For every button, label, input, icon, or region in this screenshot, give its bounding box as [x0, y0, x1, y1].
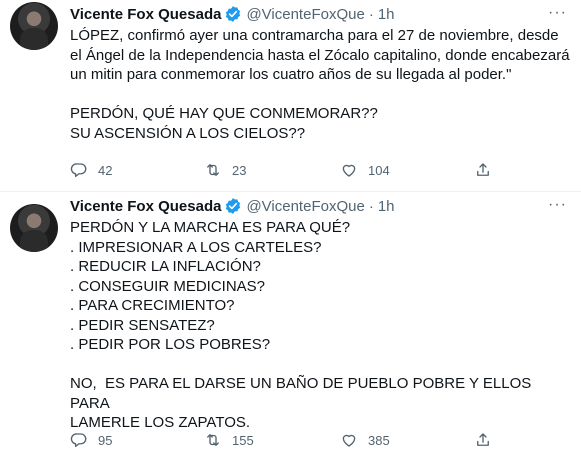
avatar[interactable]	[10, 204, 58, 252]
reply-count: 42	[98, 162, 113, 178]
retweet-count: 155	[232, 432, 254, 448]
share-button[interactable]	[474, 431, 492, 449]
retweet-icon	[207, 434, 219, 446]
tweet-text: LÓPEZ, confirmó ayer una contramarcha pa…	[70, 27, 570, 142]
author-name[interactable]: Vicente Fox Quesada	[70, 6, 221, 23]
reply-button[interactable]: 95	[70, 431, 112, 449]
reply-button[interactable]: 42	[70, 161, 112, 179]
like-count: 385	[368, 432, 390, 448]
tweet-text: PERDÓN Y LA MARCHA ES PARA QUÉ? . IMPRES…	[70, 219, 532, 431]
share-icon	[477, 433, 489, 446]
separator-dot: ·	[368, 197, 374, 215]
tweet-2[interactable]: Vicente Fox Quesada @VicenteFoxQue · 1h …	[0, 192, 581, 461]
retweet-icon	[207, 164, 219, 176]
like-icon	[342, 164, 356, 177]
tweet-time[interactable]: 1h	[378, 198, 395, 215]
share-button[interactable]	[474, 161, 492, 179]
tweet-header: Vicente Fox Quesada @VicenteFoxQue · 1h	[70, 3, 395, 25]
more-icon[interactable]: ···	[548, 4, 567, 22]
author-handle[interactable]: @VicenteFoxQue	[246, 6, 364, 23]
verified-badge-icon	[226, 6, 241, 22]
like-icon	[342, 434, 356, 447]
reply-icon	[70, 163, 87, 178]
author-handle[interactable]: @VicenteFoxQue	[246, 198, 364, 215]
share-icon	[477, 163, 489, 176]
tweet-time[interactable]: 1h	[378, 6, 395, 23]
retweet-button[interactable]: 155	[204, 431, 254, 449]
tweet-header: Vicente Fox Quesada @VicenteFoxQue · 1h	[70, 195, 395, 217]
retweet-button[interactable]: 23	[204, 161, 246, 179]
separator-dot: ·	[368, 5, 374, 23]
verified-badge-icon	[226, 198, 241, 214]
retweet-count: 23	[232, 162, 247, 178]
tweet-actions: 42 23 104	[70, 160, 510, 180]
like-button[interactable]: 104	[340, 161, 390, 179]
author-name[interactable]: Vicente Fox Quesada	[70, 198, 221, 215]
tweet-actions: 95 155 385	[70, 430, 510, 450]
reply-count: 95	[98, 432, 113, 448]
like-count: 104	[368, 162, 390, 178]
tweet-1[interactable]: Vicente Fox Quesada @VicenteFoxQue · 1h …	[0, 0, 581, 192]
reply-icon	[70, 433, 87, 448]
like-button[interactable]: 385	[340, 431, 390, 449]
avatar[interactable]	[10, 2, 58, 50]
more-icon[interactable]: ···	[548, 196, 567, 214]
